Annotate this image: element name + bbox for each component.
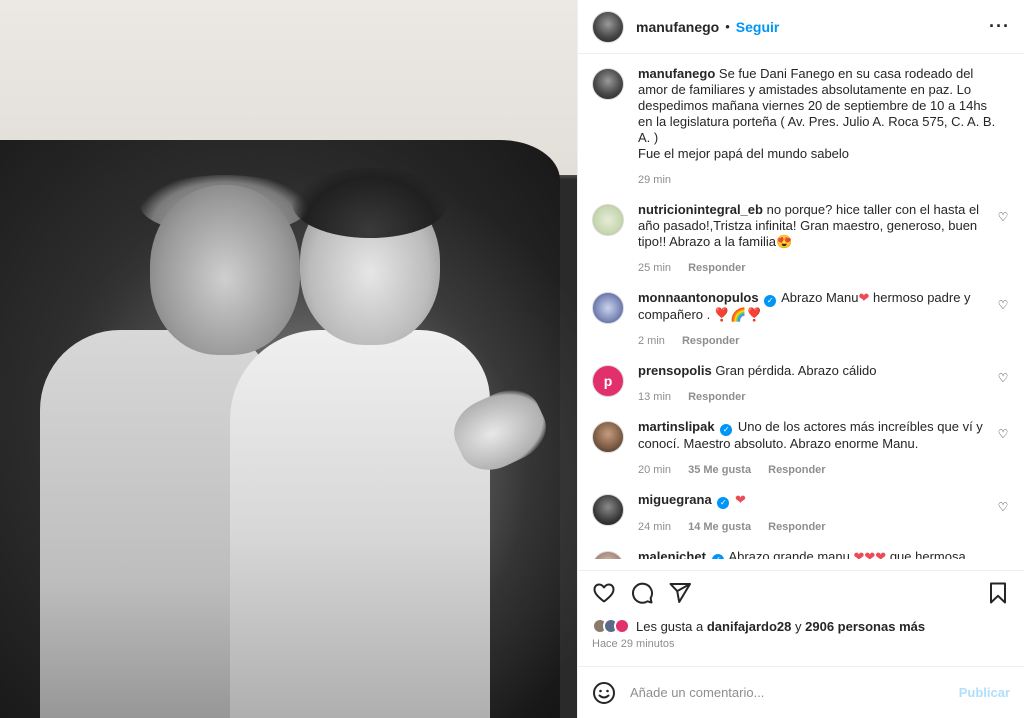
caption-avatar[interactable] bbox=[592, 68, 624, 100]
comment-meta: 2 min Responder bbox=[638, 333, 988, 349]
comment-time: 13 min bbox=[638, 391, 672, 403]
comment-time: 20 min bbox=[638, 464, 672, 476]
caption-text-2: Fue el mejor papá del mundo sabelo bbox=[638, 146, 850, 161]
comment-username[interactable]: malenichet bbox=[638, 549, 706, 559]
comment-row: nutricionintegral_eb no porque? hice tal… bbox=[592, 202, 1010, 276]
comment-content: nutricionintegral_eb no porque? hice tal… bbox=[638, 202, 996, 276]
red-heart-icon: ❤ bbox=[858, 290, 870, 305]
photo-figure-left-head bbox=[150, 185, 300, 355]
comment-text: Gran pérdida. Abrazo cálido bbox=[715, 363, 877, 378]
verified-badge-icon: ✓ bbox=[720, 424, 733, 436]
comment-content: miguegrana ✓ ❤ 24 min 14 Me gusta Respon… bbox=[638, 492, 996, 535]
likes-conj: y bbox=[795, 618, 802, 634]
more-options-icon[interactable]: ··· bbox=[989, 16, 1010, 37]
post-actions bbox=[578, 570, 1024, 614]
reply-button[interactable]: Responder bbox=[768, 521, 825, 533]
comment-meta: 13 min Responder bbox=[638, 389, 988, 405]
comment-like-icon[interactable]: ♡ bbox=[996, 427, 1010, 441]
reply-button[interactable]: Responder bbox=[682, 335, 739, 347]
comment-text: Abrazo grande manu bbox=[728, 549, 850, 559]
follow-button[interactable]: Seguir bbox=[736, 19, 780, 35]
likers-avatars bbox=[592, 618, 630, 634]
comment-input[interactable] bbox=[630, 685, 959, 700]
verified-badge-icon: ✓ bbox=[711, 554, 724, 559]
liker-avatar bbox=[614, 618, 630, 634]
verified-badge-icon: ✓ bbox=[764, 295, 777, 307]
comment-content: monnaantonopulos ✓ Abrazo Manu❤ hermoso … bbox=[638, 290, 996, 349]
comment-meta: 25 min Responder bbox=[638, 260, 988, 276]
comment-username[interactable]: miguegrana bbox=[638, 492, 712, 507]
caption-time: 29 min bbox=[638, 174, 672, 186]
comment-time: 2 min bbox=[638, 335, 665, 347]
post-header: manufanego • Seguir ··· bbox=[578, 0, 1024, 54]
comment-row: malenichet ✓ Abrazo grande manu ❤❤❤ que … bbox=[592, 549, 1010, 559]
comment-avatar[interactable]: p bbox=[592, 365, 624, 397]
comment-content: prensopolis Gran pérdida. Abrazo cálido … bbox=[638, 363, 996, 405]
caption-meta: 29 min bbox=[638, 172, 1002, 188]
comment-row: martinslipak ✓ Uno de los actores más in… bbox=[592, 419, 1010, 478]
instagram-post: manufanego • Seguir ··· manufanego Se fu… bbox=[0, 0, 1024, 718]
send-icon[interactable] bbox=[668, 581, 692, 605]
caption-username[interactable]: manufanego bbox=[638, 66, 715, 81]
comment-time: 24 min bbox=[638, 521, 672, 533]
comments-list: manufanego Se fue Dani Fanego en su casa… bbox=[578, 54, 1024, 570]
comment-content: malenichet ✓ Abrazo grande manu ❤❤❤ que … bbox=[638, 549, 1010, 559]
photo-figure-right-body bbox=[230, 330, 490, 718]
comment-username[interactable]: monnaantonopulos bbox=[638, 290, 759, 305]
comment-avatar[interactable] bbox=[592, 292, 624, 324]
publish-button[interactable]: Publicar bbox=[959, 685, 1010, 700]
likes-prefix: Les gusta a bbox=[636, 618, 704, 634]
bookmark-icon[interactable] bbox=[986, 581, 1010, 605]
comment-avatar[interactable] bbox=[592, 551, 624, 559]
comment-avatar[interactable] bbox=[592, 494, 624, 526]
comment-likes-count[interactable]: 35 Me gusta bbox=[688, 464, 751, 476]
post-sidebar: manufanego • Seguir ··· manufanego Se fu… bbox=[577, 0, 1024, 718]
comment-username[interactable]: nutricionintegral_eb bbox=[638, 202, 763, 217]
heart-icon[interactable] bbox=[592, 581, 616, 605]
comment-emoji: ❣️🌈❣️ bbox=[713, 307, 763, 322]
reply-button[interactable]: Responder bbox=[768, 464, 825, 476]
comment-row: p prensopolis Gran pérdida. Abrazo cálid… bbox=[592, 363, 1010, 405]
red-heart-icon: ❤ bbox=[734, 492, 746, 507]
comment-time: 25 min bbox=[638, 262, 672, 274]
comment-row: monnaantonopulos ✓ Abrazo Manu❤ hermoso … bbox=[592, 290, 1010, 349]
reply-button[interactable]: Responder bbox=[688, 391, 745, 403]
comment-meta: 20 min 35 Me gusta Responder bbox=[638, 462, 988, 478]
post-photo[interactable] bbox=[0, 0, 577, 718]
separator-dot: • bbox=[725, 19, 730, 34]
caption-row: manufanego Se fue Dani Fanego en su casa… bbox=[592, 66, 1010, 188]
add-comment-bar: Publicar bbox=[578, 666, 1024, 718]
comment-likes-count[interactable]: 14 Me gusta bbox=[688, 521, 751, 533]
comment-meta: 24 min 14 Me gusta Responder bbox=[638, 519, 988, 535]
red-heart-icon: ❤❤❤ bbox=[853, 549, 887, 559]
comment-content: martinslipak ✓ Uno de los actores más in… bbox=[638, 419, 996, 478]
comment-like-icon[interactable]: ♡ bbox=[996, 500, 1010, 514]
likes-count[interactable]: 2906 personas más bbox=[805, 619, 925, 634]
comment-username[interactable]: prensopolis bbox=[638, 363, 712, 378]
comment-like-icon[interactable]: ♡ bbox=[996, 371, 1010, 385]
comment-avatar[interactable] bbox=[592, 204, 624, 236]
comment-avatar[interactable] bbox=[592, 421, 624, 453]
post-time[interactable]: Hace 29 minutos bbox=[578, 638, 1024, 656]
comment-row: miguegrana ✓ ❤ 24 min 14 Me gusta Respon… bbox=[592, 492, 1010, 535]
reply-button[interactable]: Responder bbox=[688, 262, 745, 274]
liker-username[interactable]: danifajardo28 bbox=[707, 619, 792, 634]
comment-like-icon[interactable]: ♡ bbox=[996, 210, 1010, 224]
comment-username[interactable]: martinslipak bbox=[638, 419, 715, 434]
comment-text: Abrazo Manu bbox=[781, 290, 859, 305]
caption-content: manufanego Se fue Dani Fanego en su casa… bbox=[638, 66, 1010, 188]
comment-like-icon[interactable]: ♡ bbox=[996, 298, 1010, 312]
likes-summary: Les gusta a danifajardo28 y 2906 persona… bbox=[578, 614, 1024, 638]
comment-icon[interactable] bbox=[630, 581, 654, 605]
comment-text-b: que hermosa bbox=[889, 549, 966, 559]
verified-badge-icon: ✓ bbox=[717, 497, 730, 509]
author-username[interactable]: manufanego bbox=[636, 19, 719, 35]
photo-figure-right-hair bbox=[292, 168, 448, 238]
smiley-icon[interactable] bbox=[592, 681, 616, 705]
author-avatar[interactable] bbox=[592, 10, 624, 43]
